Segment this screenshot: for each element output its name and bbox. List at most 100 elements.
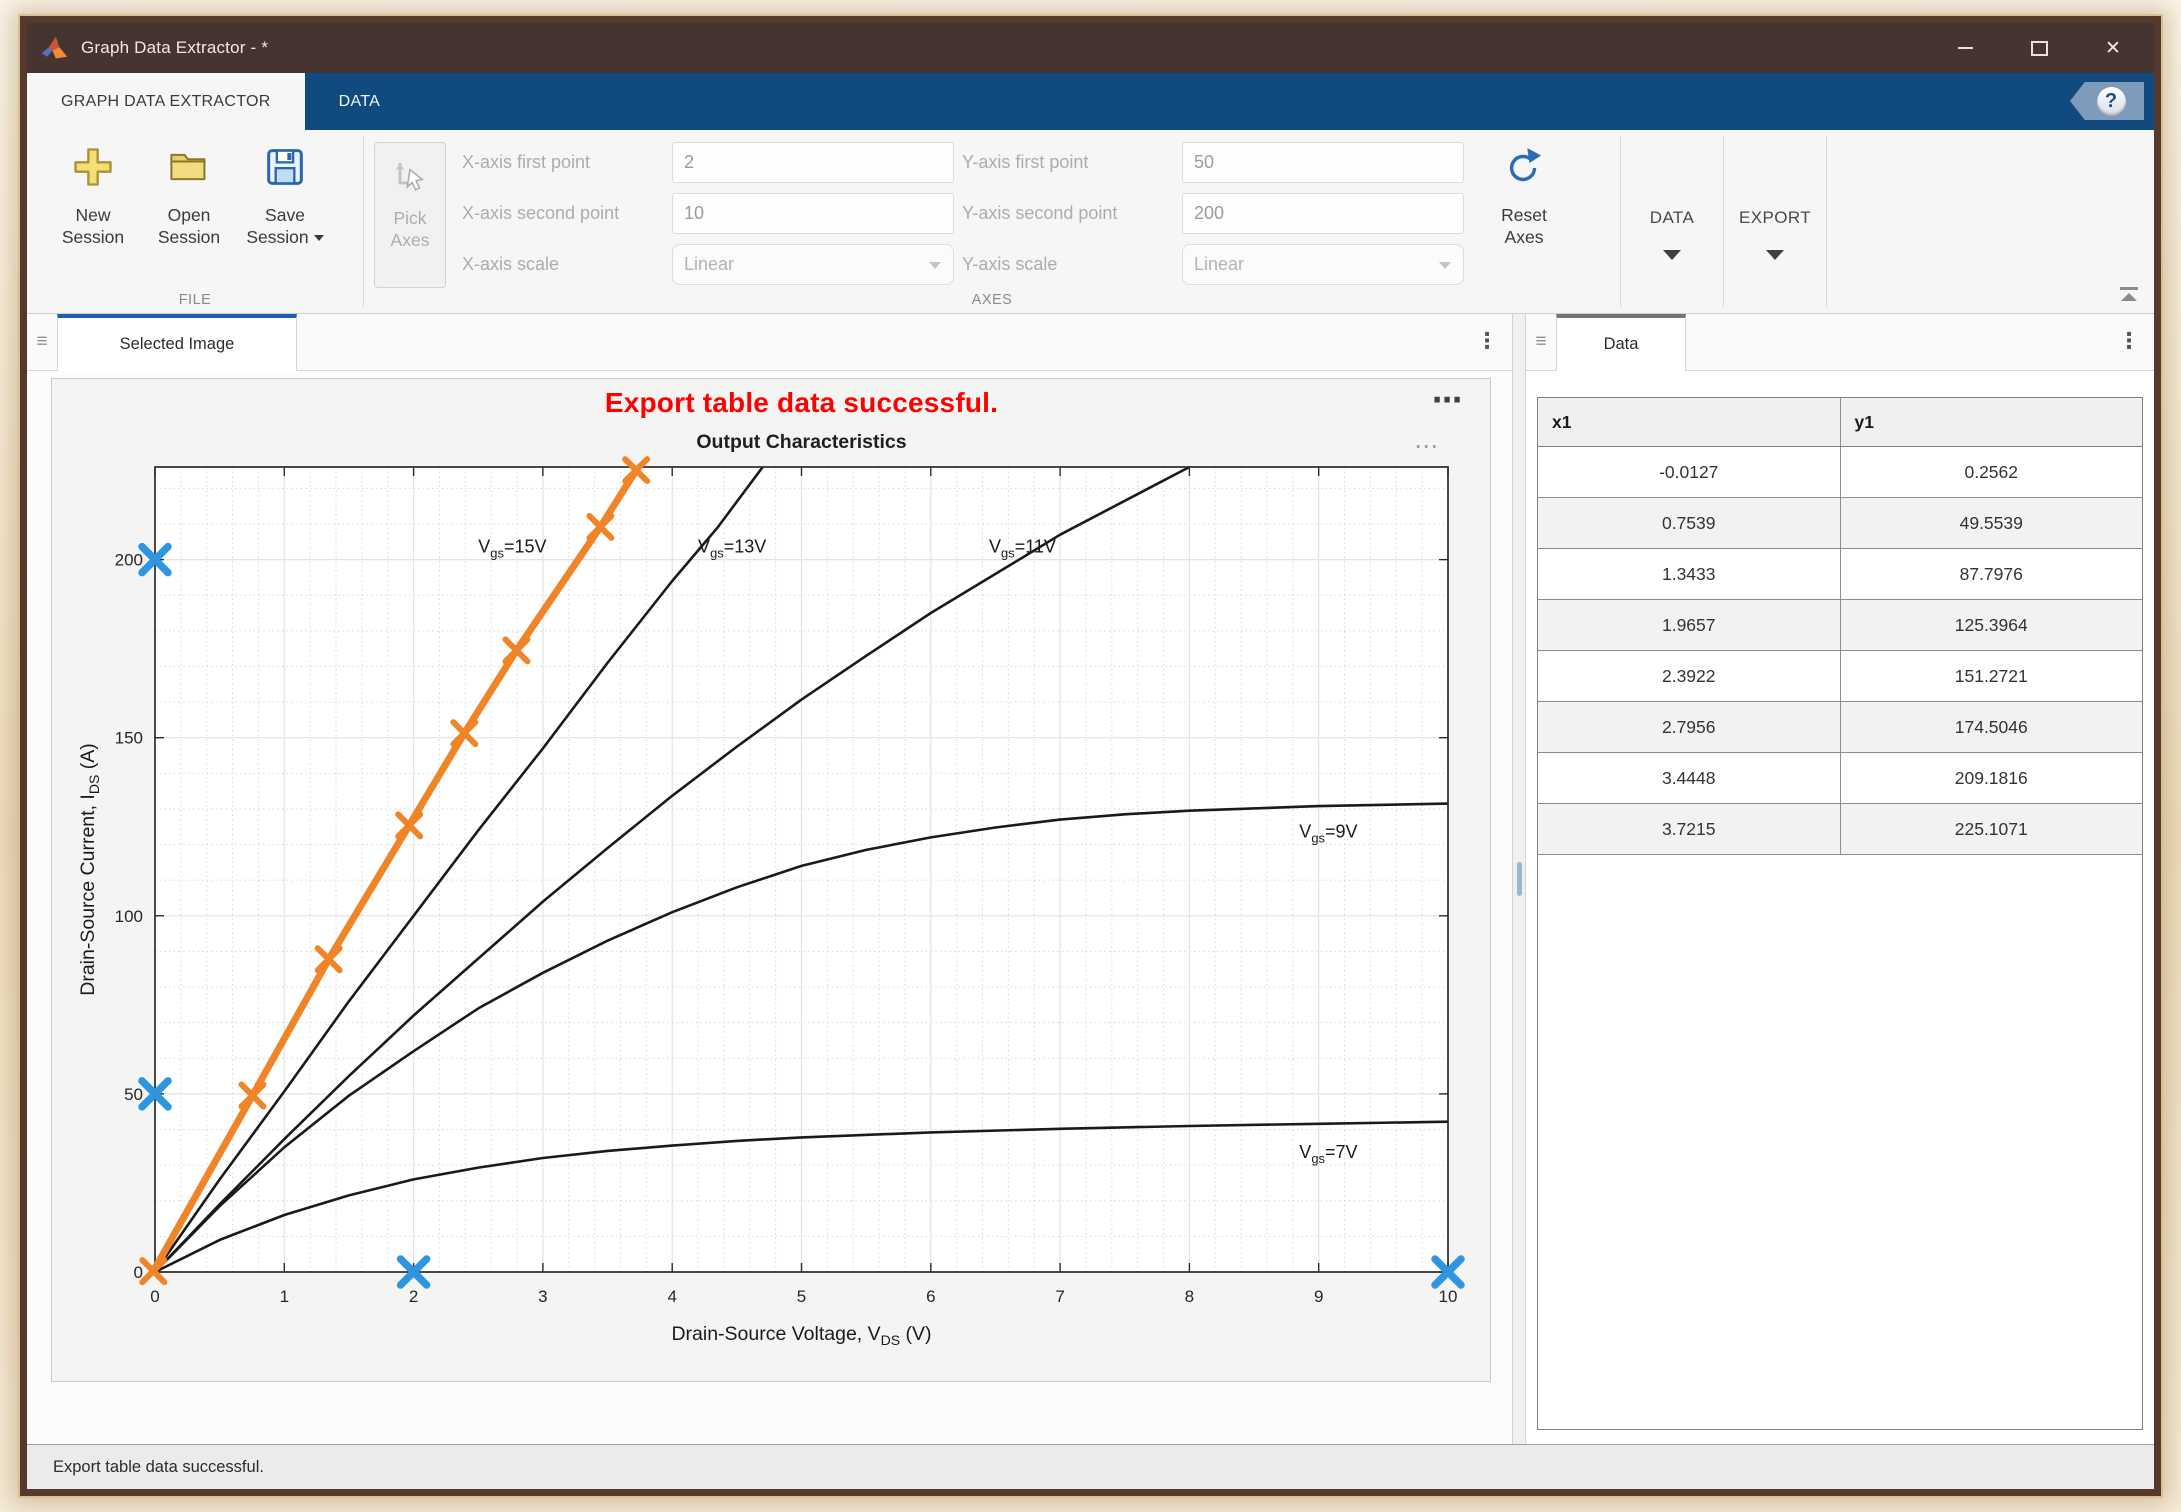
y-axis-scale-select: Linear (1182, 244, 1464, 285)
table-row[interactable]: 3.4448209.1816 (1538, 753, 2142, 804)
panel-splitter[interactable] (1512, 314, 1526, 1444)
table-cell[interactable]: 225.1071 (1840, 804, 2142, 855)
axes-toolbar-overflow-icon[interactable]: ⋯ (1414, 437, 1438, 457)
close-button[interactable]: ✕ (2098, 33, 2128, 63)
table-header-row: x1 y1 (1538, 398, 2142, 447)
tab-data[interactable]: DATA (305, 73, 415, 130)
minimize-button[interactable] (1950, 33, 1980, 63)
table-row[interactable]: 3.7215225.1071 (1538, 804, 2142, 855)
table-row[interactable]: 0.753949.5539 (1538, 498, 2142, 549)
new-session-button[interactable]: New Session (45, 142, 141, 248)
panel-grip-icon[interactable]: ≡ (27, 314, 57, 370)
pick-axes-icon (390, 151, 430, 197)
panel-grip-icon[interactable]: ≡ (1526, 314, 1556, 370)
panel-menu-icon[interactable]: ⋮ (1476, 328, 1498, 354)
maximize-button[interactable] (2024, 33, 2054, 63)
chart-title: Output Characteristics (155, 431, 1448, 454)
ribbon-toolbar: New Session Open Session Save Session FI… (27, 130, 2154, 314)
app-window: Graph Data Extractor - * ✕ GRAPH DATA EX… (20, 16, 2161, 1496)
save-dropdown-icon[interactable] (314, 235, 324, 241)
column-header-y1[interactable]: y1 (1840, 398, 2142, 447)
ribbon-tab-bar: GRAPH DATA EXTRACTOR DATA ? (27, 73, 2154, 130)
collapse-ribbon-icon (2120, 287, 2138, 290)
close-icon: ✕ (2105, 39, 2121, 58)
right-panel-tab-strip: ≡ Data ⋮ (1526, 314, 2154, 371)
title-bar: Graph Data Extractor - * ✕ (27, 23, 2154, 73)
tab-selected-image[interactable]: Selected Image (57, 314, 297, 371)
chevron-down-icon (929, 262, 941, 269)
collapse-ribbon-arrow-icon (2121, 293, 2137, 301)
data-gallery-button[interactable]: DATA (1621, 130, 1723, 313)
table-cell[interactable]: 87.7976 (1840, 549, 2142, 600)
svg-text:6: 6 (926, 1287, 935, 1306)
status-text: Export table data successful. (53, 1458, 264, 1477)
table-cell[interactable]: 0.7539 (1538, 498, 1840, 549)
table-row[interactable]: -0.01270.2562 (1538, 447, 2142, 498)
table-cell[interactable]: 2.3922 (1538, 651, 1840, 702)
chart-svg[interactable]: Vgs=15VVgs=13VVgs=11VVgs=9VVgs=7V0123456… (52, 379, 1490, 1381)
pick-axes-button: Pick Axes (374, 142, 446, 288)
y-axis-scale-label: Y-axis scale (962, 254, 1174, 275)
x-axis-first-point-label: X-axis first point (462, 152, 664, 173)
save-session-button[interactable]: Save Session (237, 142, 333, 248)
axes-section-caption: AXES (364, 292, 1620, 308)
window-title: Graph Data Extractor - * (81, 38, 268, 58)
svg-text:Drain-Source Voltage, VDS (V): Drain-Source Voltage, VDS (V) (671, 1323, 931, 1348)
table-cell[interactable]: 0.2562 (1840, 447, 2142, 498)
table-row[interactable]: 2.7956174.5046 (1538, 702, 2142, 753)
help-button[interactable]: ? (2070, 82, 2144, 120)
svg-text:2: 2 (409, 1287, 418, 1306)
axes-section: Pick Axes X-axis first point 2 Y-axis fi… (364, 130, 1620, 313)
svg-text:100: 100 (115, 907, 143, 926)
table-cell[interactable]: 2.7956 (1538, 702, 1840, 753)
reset-axes-icon (1503, 142, 1545, 192)
help-icon: ? (2097, 87, 2126, 116)
svg-text:1: 1 (280, 1287, 289, 1306)
collapse-ribbon-button[interactable] (2120, 287, 2138, 301)
data-panel-content: x1 y1 -0.01270.25620.753949.55391.343387… (1526, 371, 2154, 1444)
tab-graph-data-extractor[interactable]: GRAPH DATA EXTRACTOR (27, 73, 305, 130)
svg-text:4: 4 (667, 1287, 676, 1306)
data-panel: ≡ Data ⋮ x1 y1 -0.01270.25620.753949.553… (1526, 314, 2154, 1444)
export-gallery-button[interactable]: EXPORT (1724, 130, 1826, 313)
x-axis-first-point-field: 2 (672, 142, 954, 183)
tab-data-panel[interactable]: Data (1556, 314, 1686, 371)
selected-image-content: Vgs=15VVgs=13VVgs=11VVgs=9VVgs=7V0123456… (27, 371, 1512, 1444)
data-table-body: -0.01270.25620.753949.55391.343387.79761… (1538, 447, 2142, 855)
file-section-caption: FILE (27, 292, 363, 308)
file-section: New Session Open Session Save Session FI… (27, 130, 363, 313)
table-row[interactable]: 1.9657125.3964 (1538, 600, 2142, 651)
table-cell[interactable]: 151.2721 (1840, 651, 2142, 702)
chevron-down-icon (1439, 262, 1451, 269)
svg-text:0: 0 (150, 1287, 159, 1306)
svg-text:7: 7 (1055, 1287, 1064, 1306)
table-cell[interactable]: 174.5046 (1840, 702, 2142, 753)
data-table: x1 y1 -0.01270.25620.753949.55391.343387… (1537, 397, 2143, 1430)
table-cell[interactable]: -0.0127 (1538, 447, 1840, 498)
figure-message: Export table data successful. (155, 387, 1448, 419)
table-cell[interactable]: 1.3433 (1538, 549, 1840, 600)
table-cell[interactable]: 125.3964 (1840, 600, 2142, 651)
table-row[interactable]: 1.343387.7976 (1538, 549, 2142, 600)
table-cell[interactable]: 3.7215 (1538, 804, 1840, 855)
svg-text:Drain-Source Current, IDS (A): Drain-Source Current, IDS (A) (77, 743, 102, 996)
main-area: ≡ Selected Image ⋮ Vgs=15VVgs=13VVgs=11V… (27, 314, 2154, 1444)
table-row[interactable]: 2.3922151.2721 (1538, 651, 2142, 702)
table-cell[interactable]: 49.5539 (1840, 498, 2142, 549)
maximize-icon (2031, 41, 2048, 56)
open-session-button[interactable]: Open Session (141, 142, 237, 248)
table-cell[interactable]: 3.4448 (1538, 753, 1840, 804)
x-axis-second-point-field: 10 (672, 193, 954, 234)
reset-axes-button[interactable]: Reset Axes (1478, 142, 1570, 248)
save-session-icon (264, 142, 306, 192)
figure-overflow-icon[interactable]: ⋯ (1432, 389, 1462, 413)
svg-text:10: 10 (1439, 1287, 1458, 1306)
y-axis-second-point-field: 200 (1182, 193, 1464, 234)
matlab-logo-icon (41, 35, 69, 61)
table-cell[interactable]: 1.9657 (1538, 600, 1840, 651)
table-cell[interactable]: 209.1816 (1840, 753, 2142, 804)
x-axis-scale-select: Linear (672, 244, 954, 285)
panel-menu-icon[interactable]: ⋮ (2118, 328, 2140, 354)
column-header-x1[interactable]: x1 (1538, 398, 1840, 447)
svg-text:8: 8 (1185, 1287, 1194, 1306)
